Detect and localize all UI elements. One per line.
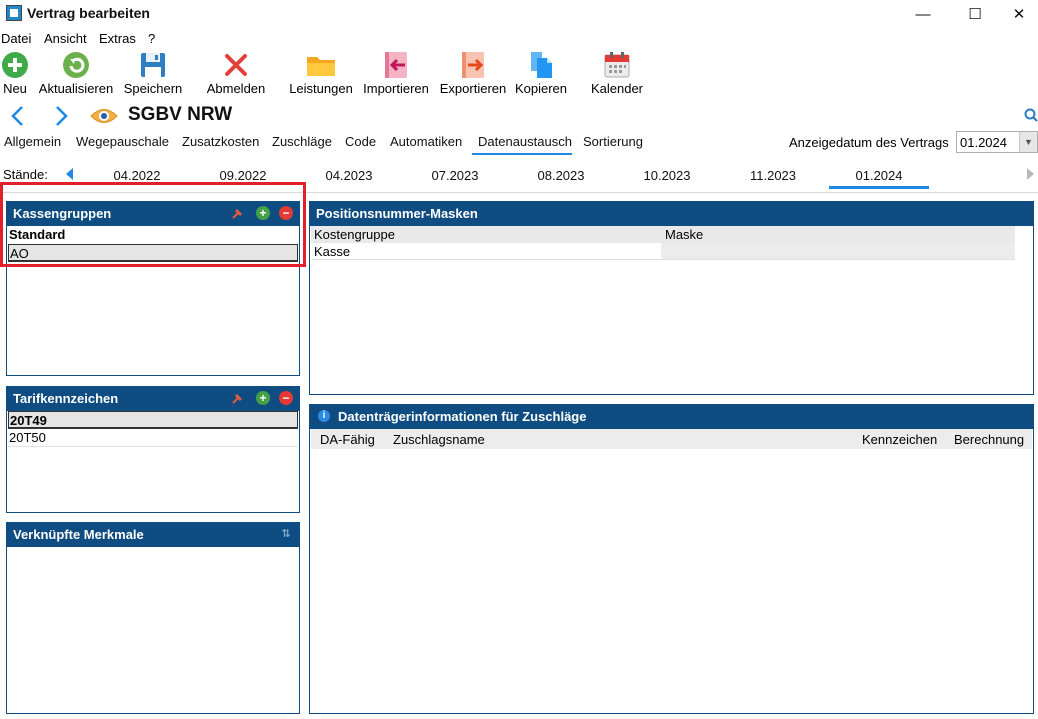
minimize-button[interactable]: — xyxy=(900,0,946,28)
stand-item[interactable]: 09.2022 xyxy=(198,168,288,183)
calendar-button[interactable]: Kalender xyxy=(588,50,646,100)
stand-item[interactable]: 08.2023 xyxy=(516,168,606,183)
calendar-icon xyxy=(602,50,632,80)
tab-automatiken[interactable]: Automatiken xyxy=(390,134,462,149)
merkmale-title: Verknüpfte Merkmale xyxy=(13,527,144,542)
tab-allgemein[interactable]: Allgemein xyxy=(4,134,61,149)
stand-item[interactable]: 10.2023 xyxy=(622,168,712,183)
menu-ansicht[interactable]: Ansicht xyxy=(44,31,87,46)
stand-item[interactable]: 04.2022 xyxy=(92,168,182,183)
list-item-selected[interactable]: 20T49 xyxy=(8,411,298,429)
table-cell: Kasse xyxy=(314,244,351,259)
contract-name: SGBV NRW xyxy=(128,104,233,125)
title-bar: Vertrag bearbeiten — ☐ ✕ xyxy=(0,0,1038,28)
logout-button-label: Abmelden xyxy=(206,81,266,96)
masken-panel: Positionsnummer-Masken Kostengruppe Mask… xyxy=(309,201,1034,395)
close-x-icon xyxy=(221,50,251,80)
datentraeger-header: i Datenträgerinformationen für Zuschläge xyxy=(310,405,1033,429)
tarifkennzeichen-title: Tarifkennzeichen xyxy=(13,391,119,406)
active-stand-indicator xyxy=(829,186,929,189)
save-button-label: Speichern xyxy=(123,81,183,96)
stand-item[interactable]: 07.2023 xyxy=(410,168,500,183)
chevron-down-icon[interactable]: ▼ xyxy=(1019,132,1037,152)
menu-extras[interactable]: Extras xyxy=(99,31,136,46)
eye-icon xyxy=(90,106,118,126)
staende-prev-icon[interactable] xyxy=(64,167,74,181)
add-icon[interactable]: + xyxy=(256,391,270,405)
mask-input[interactable] xyxy=(661,243,1015,259)
tab-datenaustausch[interactable]: Datenaustausch xyxy=(478,134,572,149)
merkmale-panel: Verknüpfte Merkmale ⇅ xyxy=(6,522,300,714)
column-header[interactable]: DA-Fähig xyxy=(320,432,375,447)
services-button-label: Leistungen xyxy=(289,81,353,96)
remove-icon[interactable]: − xyxy=(279,391,293,405)
back-arrow-icon[interactable] xyxy=(8,104,28,128)
menu-help[interactable]: ? xyxy=(148,31,155,46)
stand-item-active[interactable]: 01.2024 xyxy=(834,168,924,183)
tab-sortierung[interactable]: Sortierung xyxy=(583,134,643,149)
column-header[interactable]: Kostengruppe xyxy=(314,227,395,242)
display-date-select[interactable]: 01.2024 ▼ xyxy=(956,131,1038,153)
tab-zuschlaege[interactable]: Zuschläge xyxy=(272,134,332,149)
search-icon[interactable] xyxy=(1024,108,1038,122)
datentraeger-title: Datenträgerinformationen für Zuschläge xyxy=(338,409,587,424)
export-button[interactable]: Exportieren xyxy=(438,50,508,100)
copy-button-label: Kopieren xyxy=(514,81,568,96)
menu-datei[interactable]: Datei xyxy=(1,31,31,46)
sort-icon[interactable]: ⇅ xyxy=(279,527,293,541)
highlight-annotation xyxy=(0,182,306,267)
forward-arrow-icon[interactable] xyxy=(52,104,72,128)
stand-item[interactable]: 04.2023 xyxy=(304,168,394,183)
tarifkennzeichen-header: Tarifkennzeichen + − xyxy=(7,387,299,411)
calendar-button-label: Kalender xyxy=(590,81,644,96)
folder-icon xyxy=(306,50,336,80)
list-item[interactable]: 20T50 xyxy=(8,429,298,447)
export-icon xyxy=(458,50,488,80)
column-header[interactable]: Maske xyxy=(665,227,703,242)
display-date-value: 01.2024 xyxy=(960,135,1007,150)
merkmale-header: Verknüpfte Merkmale ⇅ xyxy=(7,523,299,547)
staende-label: Stände: xyxy=(3,167,48,182)
plus-circle-icon xyxy=(0,50,30,80)
tab-wegepauschale[interactable]: Wegepauschale xyxy=(76,134,169,149)
datentraeger-panel: i Datenträgerinformationen für Zuschläge… xyxy=(309,404,1034,714)
import-button[interactable]: Importieren xyxy=(360,50,432,100)
active-tab-indicator xyxy=(472,153,572,155)
save-button[interactable]: Speichern xyxy=(122,50,184,100)
display-date-label: Anzeigedatum des Vertrags xyxy=(789,135,949,150)
masken-title: Positionsnummer-Masken xyxy=(316,206,478,221)
floppy-disk-icon xyxy=(138,50,168,80)
column-header[interactable]: Berechnung xyxy=(954,432,1024,447)
maximize-button[interactable]: ☐ xyxy=(952,0,998,28)
refresh-button[interactable]: Aktualisieren xyxy=(38,50,114,100)
window-title: Vertrag bearbeiten xyxy=(27,5,150,21)
tab-code[interactable]: Code xyxy=(345,134,376,149)
info-icon: i xyxy=(318,410,330,422)
import-icon xyxy=(381,50,411,80)
close-window-button[interactable]: ✕ xyxy=(996,0,1038,28)
export-button-label: Exportieren xyxy=(439,81,507,96)
masken-column-header: Kostengruppe Maske xyxy=(311,226,1015,243)
import-button-label: Importieren xyxy=(363,81,429,96)
refresh-button-label: Aktualisieren xyxy=(38,81,114,96)
staende-next-icon[interactable] xyxy=(1026,167,1036,181)
app-icon xyxy=(6,5,22,21)
logout-button[interactable]: Abmelden xyxy=(204,50,268,100)
stand-item[interactable]: 11.2023 xyxy=(728,168,818,183)
masken-header: Positionsnummer-Masken xyxy=(310,202,1033,226)
datentraeger-column-header: DA-Fähig Zuschlagsname Kennzeichen Berec… xyxy=(311,429,1032,449)
column-header[interactable]: Kennzeichen xyxy=(862,432,937,447)
tarifkennzeichen-panel: Tarifkennzeichen + − 20T49 20T50 xyxy=(6,386,300,513)
copy-button[interactable]: Kopieren xyxy=(514,50,568,100)
refresh-icon xyxy=(61,50,91,80)
copy-icon xyxy=(526,50,556,80)
new-button[interactable]: Neu xyxy=(0,50,30,100)
table-row[interactable]: Kasse xyxy=(311,243,1015,260)
services-button[interactable]: Leistungen xyxy=(288,50,354,100)
tab-zusatzkosten[interactable]: Zusatzkosten xyxy=(182,134,259,149)
new-button-label: Neu xyxy=(3,81,27,96)
column-header[interactable]: Zuschlagsname xyxy=(393,432,485,447)
pin-icon[interactable] xyxy=(231,391,245,405)
